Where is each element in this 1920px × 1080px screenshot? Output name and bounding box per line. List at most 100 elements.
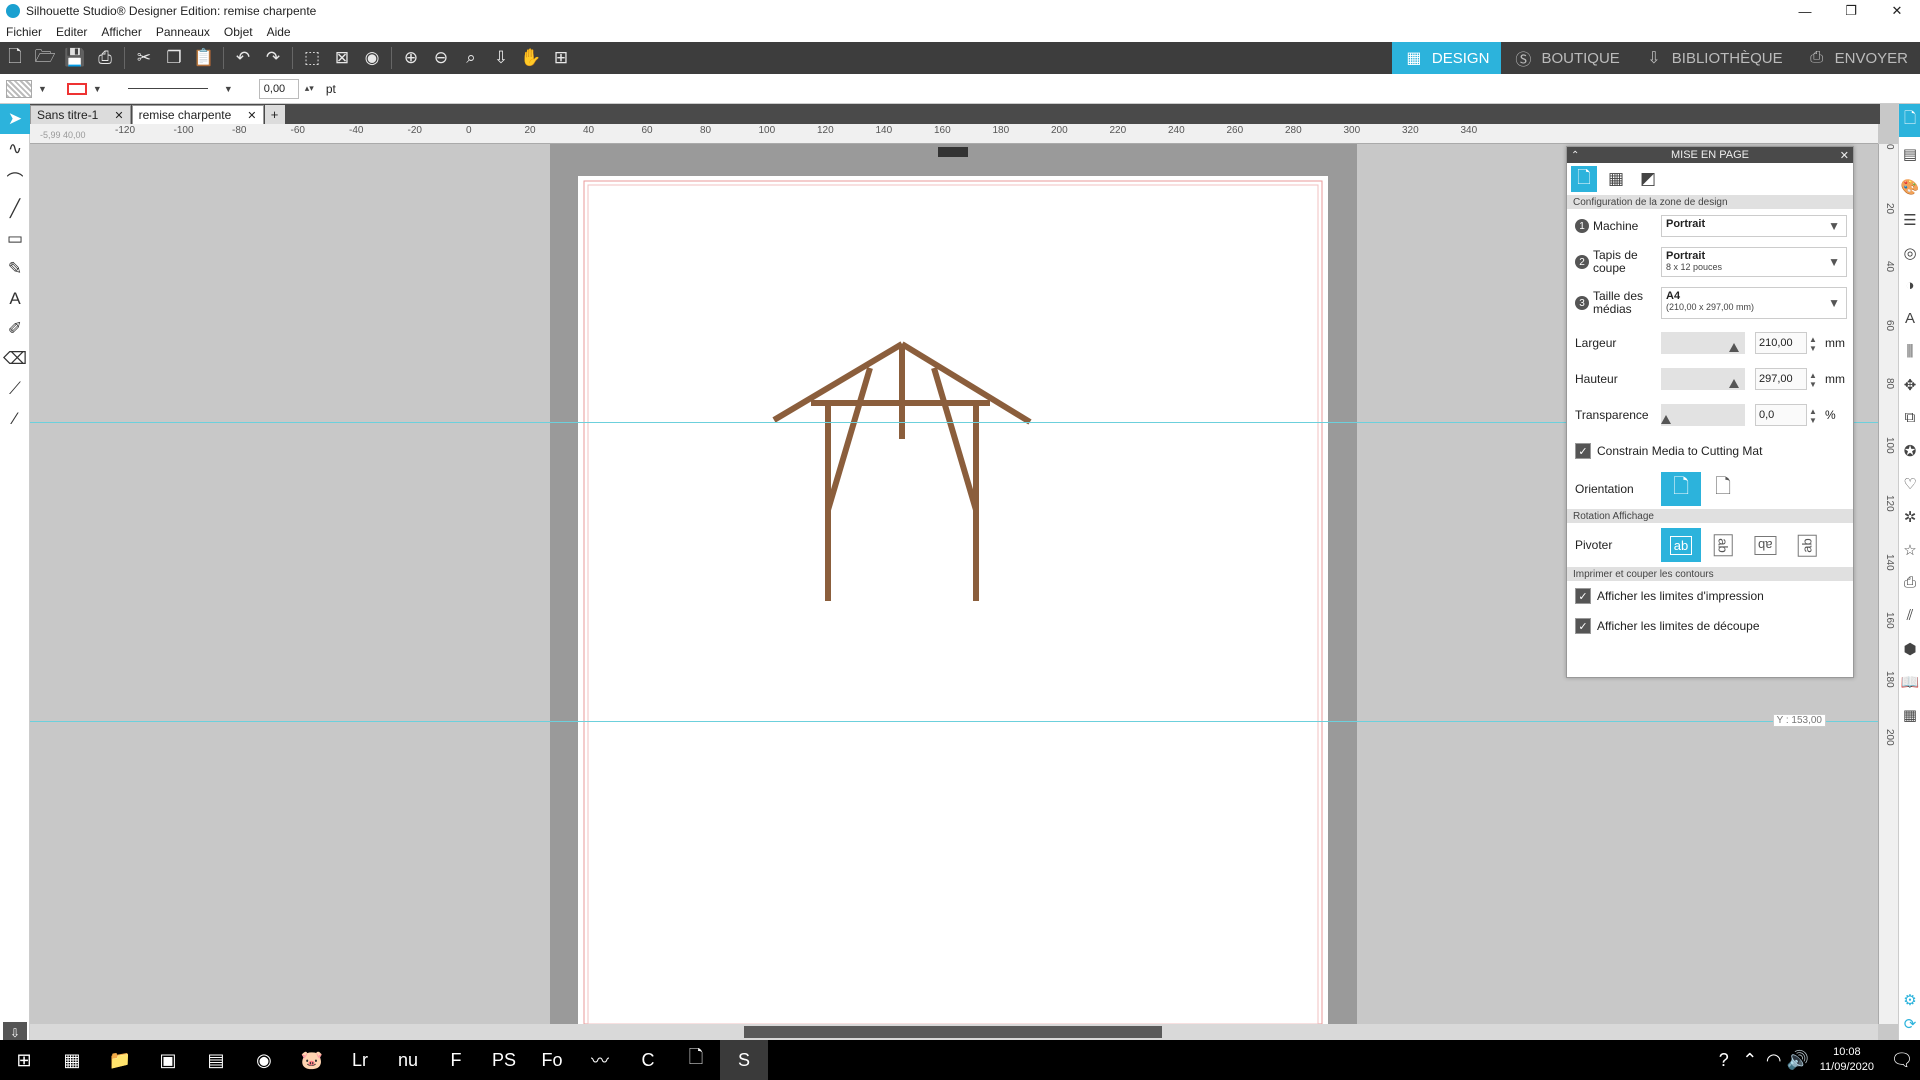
- transparency-spinner[interactable]: ▲ ▼: [1809, 407, 1817, 425]
- horizontal-scrollbar[interactable]: [30, 1024, 1878, 1040]
- clock[interactable]: 10:08 11/09/2020: [1820, 1045, 1874, 1075]
- chevron-down-icon[interactable]: ▼: [38, 84, 47, 94]
- mode-envoyer[interactable]: ⎙ ENVOYER: [1795, 42, 1920, 74]
- chevron-up-icon[interactable]: ⌃: [1738, 1040, 1762, 1080]
- portrait-orientation-icon[interactable]: 🗋: [1661, 472, 1701, 506]
- close-icon[interactable]: ✕: [1840, 149, 1849, 162]
- width-input[interactable]: 210,00: [1755, 332, 1807, 354]
- hand-icon[interactable]: ✋: [516, 44, 546, 72]
- notifications-icon[interactable]: 🗨: [1884, 1040, 1920, 1080]
- mode-boutique[interactable]: Ⓢ BOUTIQUE: [1501, 42, 1631, 74]
- cut-bounds-checkbox[interactable]: ✓: [1575, 618, 1591, 634]
- fill-swatch[interactable]: [6, 79, 32, 98]
- zoom-out-icon[interactable]: ⊖: [426, 44, 456, 72]
- windows-start-icon[interactable]: ⊞: [0, 1040, 48, 1080]
- slider-knob[interactable]: [1729, 343, 1739, 352]
- sketch-icon[interactable]: ⫽: [1899, 599, 1920, 632]
- fit-page-icon[interactable]: ⊞: [546, 44, 576, 72]
- nesting-icon[interactable]: ⬢: [1899, 632, 1920, 665]
- lightroom-icon[interactable]: Lr: [336, 1040, 384, 1080]
- mat-select[interactable]: Portrait 8 x 12 pouces ▼: [1661, 247, 1847, 277]
- star-shape-icon[interactable]: ✪: [1899, 434, 1920, 467]
- scrollbar-thumb[interactable]: [744, 1026, 1162, 1038]
- new-file-icon[interactable]: 🗋: [0, 44, 30, 72]
- knife-tool-icon[interactable]: ⟋: [0, 374, 30, 404]
- rotate-270-button[interactable]: ab: [1787, 528, 1827, 562]
- deselect-icon[interactable]: ⊠: [327, 44, 357, 72]
- select-by-color-icon[interactable]: ◉: [357, 44, 387, 72]
- media-select[interactable]: A4 (210,00 x 297,00 mm) ▼: [1661, 287, 1847, 319]
- rotate-0-button[interactable]: ab: [1661, 528, 1701, 562]
- tab-remise-charpente[interactable]: remise charpente ✕: [131, 105, 264, 124]
- replicate-icon[interactable]: ⧉: [1899, 401, 1920, 434]
- fill-color-icon[interactable]: 🎨: [1899, 170, 1920, 203]
- line-style-icon[interactable]: ☰: [1899, 203, 1920, 236]
- undo-icon[interactable]: ↶: [228, 44, 258, 72]
- file-explorer-icon[interactable]: 📁: [96, 1040, 144, 1080]
- cyan-app-icon[interactable]: C: [624, 1040, 672, 1080]
- rotate-180-button[interactable]: ab: [1745, 528, 1785, 562]
- tab-sans-titre[interactable]: Sans titre-1 ✕: [30, 105, 131, 124]
- network-icon[interactable]: ◠: [1762, 1040, 1786, 1080]
- zoom-selection-icon[interactable]: ⌕: [456, 44, 486, 72]
- library-panel-icon[interactable]: 📖: [1899, 665, 1920, 698]
- height-input[interactable]: 297,00: [1755, 368, 1807, 390]
- edit-points-icon[interactable]: ∿: [0, 134, 30, 164]
- menu-editer[interactable]: Editer: [56, 25, 87, 39]
- contrast-icon[interactable]: ◑: [1899, 269, 1920, 302]
- line-tool-icon[interactable]: ╱: [0, 194, 30, 224]
- pencil-tool-icon[interactable]: ✎: [0, 254, 30, 284]
- menu-afficher[interactable]: Afficher: [101, 25, 141, 39]
- silhouette-icon[interactable]: S: [720, 1040, 768, 1080]
- close-icon[interactable]: ✕: [114, 109, 123, 122]
- pse-app-icon[interactable]: PS: [480, 1040, 528, 1080]
- transparency-input[interactable]: 0,0: [1755, 404, 1807, 426]
- print-bounds-checkbox[interactable]: ✓: [1575, 588, 1591, 604]
- print-icon[interactable]: ⎙: [90, 44, 120, 72]
- grid-tab-icon[interactable]: ▦: [1603, 166, 1629, 192]
- text-style-icon[interactable]: A: [1899, 302, 1920, 335]
- curve-tool-icon[interactable]: ⌒: [0, 164, 30, 194]
- paste-icon[interactable]: 📋: [189, 44, 219, 72]
- chevron-down-icon[interactable]: ▼: [224, 84, 233, 94]
- minimize-button[interactable]: —: [1782, 0, 1828, 22]
- sync-icon[interactable]: ⟳: [1899, 1007, 1920, 1040]
- chevron-down-icon[interactable]: ▼: [93, 84, 102, 94]
- select-tool-icon[interactable]: ➤: [0, 104, 30, 134]
- add-tab-button[interactable]: +: [264, 105, 285, 124]
- trace-icon[interactable]: ♡: [1899, 467, 1920, 500]
- maximize-button[interactable]: ❐: [1828, 0, 1874, 22]
- menu-objet[interactable]: Objet: [224, 25, 253, 39]
- close-button[interactable]: ✕: [1874, 0, 1920, 22]
- width-spinner[interactable]: ▲ ▼: [1809, 335, 1817, 353]
- send-panel-icon[interactable]: ⎙: [1899, 566, 1920, 599]
- rectangle-tool-icon[interactable]: ▭: [0, 224, 30, 254]
- help-icon[interactable]: ?: [1710, 1040, 1738, 1080]
- constrain-checkbox[interactable]: ✓: [1575, 443, 1591, 459]
- slider-knob[interactable]: [1729, 379, 1739, 388]
- pixscan-icon[interactable]: ▤: [1899, 137, 1920, 170]
- transform-icon[interactable]: ✥: [1899, 368, 1920, 401]
- pan-down-icon[interactable]: ⇩: [486, 44, 516, 72]
- align-icon[interactable]: ⫼: [1899, 335, 1920, 368]
- line-width-spinner[interactable]: ▴▾: [305, 83, 314, 94]
- wave-app-icon[interactable]: 〰: [576, 1040, 624, 1080]
- timber-frame-design[interactable]: [772, 341, 1032, 601]
- nu-app-icon[interactable]: nu: [384, 1040, 432, 1080]
- document-icon[interactable]: 🗋: [672, 1040, 720, 1080]
- height-spinner[interactable]: ▲ ▼: [1809, 371, 1817, 389]
- select-all-icon[interactable]: ⬚: [297, 44, 327, 72]
- photo-app-icon[interactable]: ▣: [144, 1040, 192, 1080]
- background-tab-icon[interactable]: ◩: [1635, 166, 1661, 192]
- draw-tool-icon[interactable]: ✐: [0, 314, 30, 344]
- volume-icon[interactable]: 🔊: [1786, 1040, 1810, 1080]
- horizontal-guide[interactable]: [30, 721, 1878, 722]
- transparency-slider[interactable]: [1661, 404, 1745, 426]
- line-color-swatch[interactable]: [66, 82, 87, 95]
- offset-icon[interactable]: ◎: [1899, 236, 1920, 269]
- open-folder-icon[interactable]: 🗁: [30, 44, 60, 72]
- menu-fichier[interactable]: Fichier: [6, 25, 42, 39]
- machine-select[interactable]: Portrait ▼: [1661, 215, 1847, 237]
- width-slider[interactable]: [1661, 332, 1745, 354]
- save-icon[interactable]: 💾: [60, 44, 90, 72]
